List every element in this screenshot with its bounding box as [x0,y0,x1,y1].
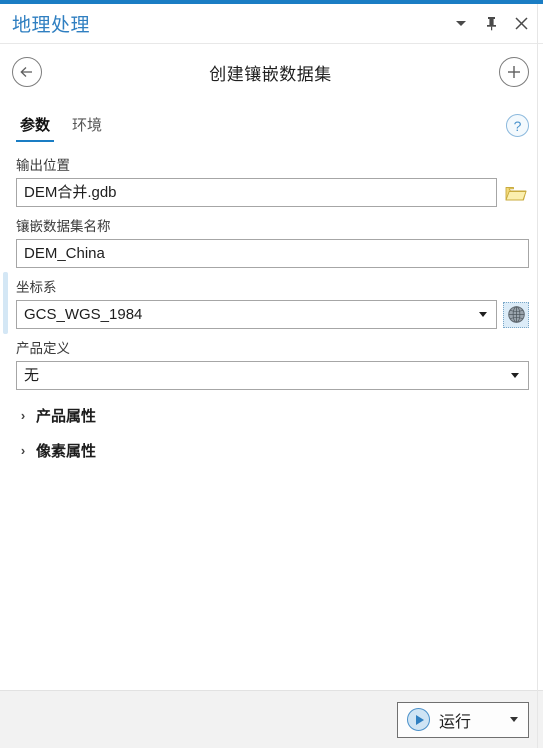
mosaic-dataset-name-label: 镶嵌数据集名称 [16,219,111,234]
plus-icon [508,66,520,78]
coordinate-system-value: GCS_WGS_1984 [24,306,143,323]
section-pixel-properties[interactable]: › 像素属性 [16,433,529,468]
product-definition-label: 产品定义 [16,341,70,356]
coordinate-system-combobox[interactable]: GCS_WGS_1984 [16,300,497,329]
tab-strip: 参数 环境 ? [0,100,543,142]
mosaic-dataset-name-input[interactable]: DEM_China [16,239,529,268]
product-definition-value: 无 [24,367,40,384]
coordinate-system-row: GCS_WGS_1984 [16,300,529,329]
close-button[interactable] [513,16,529,32]
folder-icon [505,186,527,200]
panel-menu-button[interactable] [453,16,469,32]
title-bar: 地理处理 [0,4,543,44]
output-location-row: DEM合并.gdb [16,178,529,207]
add-to-model-button[interactable] [499,57,529,87]
tab-environments[interactable]: 环境 [68,114,106,142]
panel-footer: 运行 [0,690,543,748]
window-controls [453,16,533,32]
mosaic-dataset-name-row: DEM_China [16,239,529,268]
coordinate-system-picker-button[interactable] [503,301,529,328]
tab-parameters[interactable]: 参数 [16,114,55,142]
tool-title: 创建镶嵌数据集 [209,64,332,84]
parameters-form: 输出位置 DEM合并.gdb 镶嵌数据集名称 DEM_China 坐标系 GCS… [0,142,543,690]
back-arrow-icon [20,67,32,77]
chevron-right-icon: › [20,443,26,458]
back-button[interactable] [12,57,42,87]
pin-icon [486,17,496,31]
globe-icon [507,306,525,323]
close-icon [514,17,528,30]
output-location-label: 输出位置 [16,158,70,173]
run-button[interactable]: 运行 [397,701,529,738]
chevron-right-icon: › [20,408,26,423]
section-pixel-properties-label: 像素属性 [36,443,97,460]
product-definition-combobox[interactable]: 无 [16,361,529,390]
geoprocessing-panel: 地理处理 创建镶嵌数据集 参数 环境 ? 输出位置 DEM合并.gdb 镶嵌数据… [0,0,543,748]
run-button-label: 运行 [439,713,472,731]
field-coordinate-system: 坐标系 GCS_WGS_1984 [16,276,529,329]
field-mosaic-dataset-name: 镶嵌数据集名称 DEM_China [16,215,529,268]
pin-button[interactable] [483,16,499,32]
play-triangle [415,714,424,725]
coordinate-system-label: 坐标系 [16,280,57,295]
help-icon[interactable]: ? [506,114,529,137]
panel-right-border [537,4,538,748]
run-dropdown-arrow-icon[interactable] [510,717,518,722]
section-product-properties[interactable]: › 产品属性 [16,398,529,433]
field-product-definition: 产品定义 无 [16,337,529,390]
field-output-location: 输出位置 DEM合并.gdb [16,154,529,207]
section-product-properties-label: 产品属性 [36,408,97,425]
vertical-scrollbar-thumb[interactable] [3,272,8,334]
chevron-down-icon [511,373,519,378]
caret-down-icon [456,21,466,26]
panel-title: 地理处理 [12,15,91,36]
product-definition-row: 无 [16,361,529,390]
chevron-down-icon [479,312,487,317]
play-icon [407,708,430,731]
tool-header: 创建镶嵌数据集 [0,44,543,100]
output-location-input[interactable]: DEM合并.gdb [16,178,497,207]
output-location-browse-button[interactable] [503,180,529,206]
